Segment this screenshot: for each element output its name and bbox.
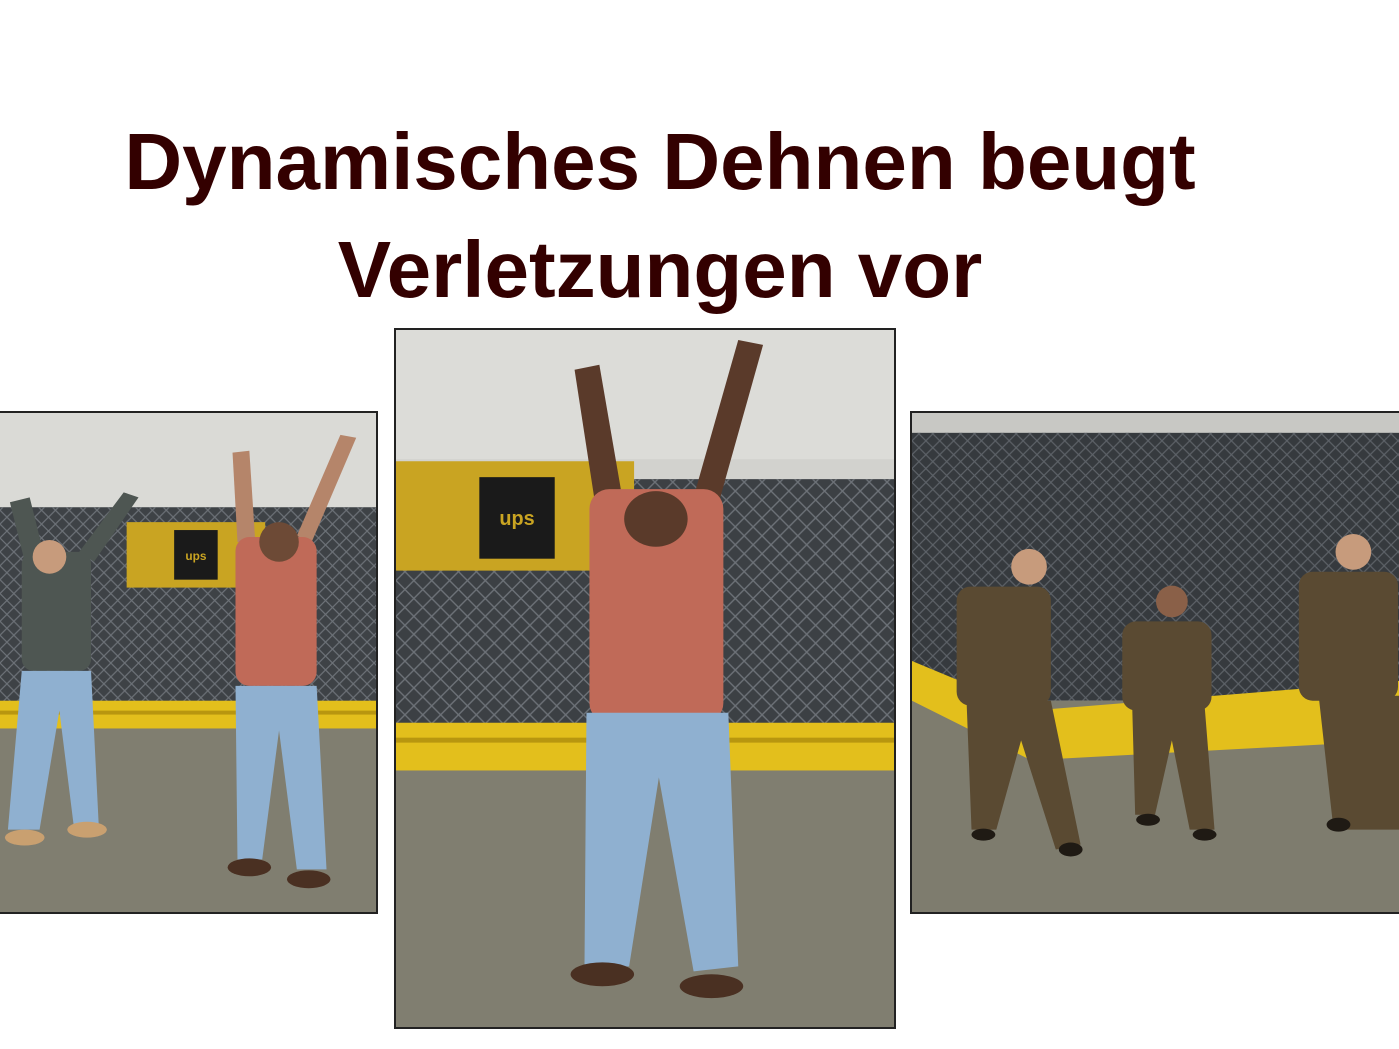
ups-logo-text: ups — [185, 549, 206, 563]
photo-center-arm-stretch: ups — [394, 328, 896, 1029]
photo-right-leg-stretch — [910, 411, 1399, 914]
slide-title: Dynamisches Dehnen beugt Verletzungen vo… — [0, 108, 1320, 324]
photo-center-scene: ups — [396, 330, 894, 1027]
title-line-2: Verletzungen vor — [337, 225, 983, 314]
photo-left-arm-stretch: ups — [0, 411, 378, 914]
photo-right-scene — [912, 413, 1399, 912]
ups-logo-text: ups — [499, 508, 534, 530]
photo-left-scene: ups — [0, 413, 376, 912]
title-line-1: Dynamisches Dehnen beugt — [124, 117, 1196, 206]
